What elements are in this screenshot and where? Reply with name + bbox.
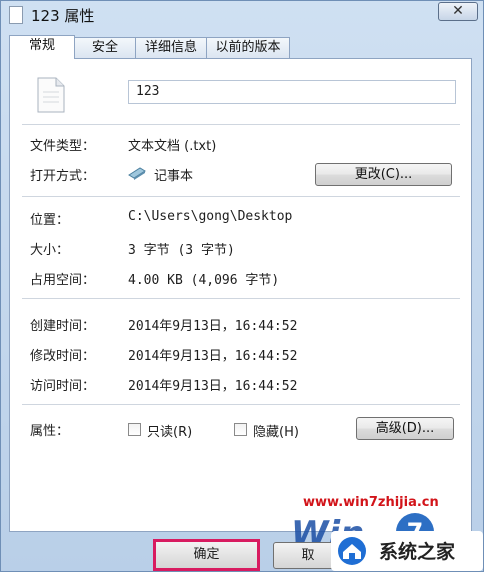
hidden-checkbox[interactable] [234,423,247,436]
location-label: 位置： [30,213,70,228]
accessed-label: 访问时间： [30,379,96,394]
file-type-value: 文本文档 (.txt) [128,139,217,154]
tab-strip: 常规 安全 详细信息 以前的版本 [9,35,469,59]
size-on-disk-value: 4.00 KB (4,096 字节) [128,273,280,288]
opens-with-value: 记事本 [154,169,194,184]
change-button[interactable]: 更改(C)... [315,163,452,186]
created-label: 创建时间： [30,319,96,334]
title-bar: 123 属性 ✕ [1,1,484,31]
opens-with-label: 打开方式： [30,169,96,184]
location-value: C:\Users\gong\Desktop [128,209,293,224]
size-label: 大小： [30,243,70,258]
house-logo-icon [338,537,366,565]
size-value: 3 字节 (3 字节) [128,243,235,258]
tab-general[interactable]: 常规 [9,35,75,59]
general-panel: 123 文件类型： 文本文档 (.txt) 打开方式： 记事本 更改(C)...… [9,58,472,532]
hidden-label[interactable]: 隐藏(H) [253,421,299,440]
readonly-checkbox[interactable] [128,423,141,436]
watermark-url: www.win7zhijia.cn [303,495,439,510]
size-on-disk-label: 占用空间： [30,273,96,288]
tab-details[interactable]: 详细信息 [135,37,207,58]
accessed-value: 2014年9月13日，16:44:52 [128,379,298,394]
window-title: 123 属性 [31,7,95,25]
file-icon [9,6,23,24]
divider [22,404,460,405]
modified-label: 修改时间： [30,349,96,364]
readonly-label[interactable]: 只读(R) [147,421,192,440]
created-value: 2014年9月13日，16:44:52 [128,319,298,334]
advanced-button[interactable]: 高级(D)... [356,417,454,440]
site-name: 系统之家 [379,541,456,563]
text-file-icon [37,77,65,113]
file-type-label: 文件类型： [30,139,96,154]
notepad-icon [128,167,146,180]
file-name-input[interactable]: 123 [128,80,456,104]
tab-security[interactable]: 安全 [74,37,136,58]
close-button[interactable]: ✕ [438,2,478,21]
divider [22,196,460,197]
tab-previous-versions[interactable]: 以前的版本 [206,37,290,58]
attributes-label: 属性： [30,424,70,439]
modified-value: 2014年9月13日，16:44:52 [128,349,298,364]
properties-dialog: 123 属性 ✕ 常规 安全 详细信息 以前的版本 123 文件类型： 文本文档… [0,0,484,572]
ok-button[interactable]: 确定 [153,539,260,571]
divider [22,298,460,299]
divider [22,124,460,125]
